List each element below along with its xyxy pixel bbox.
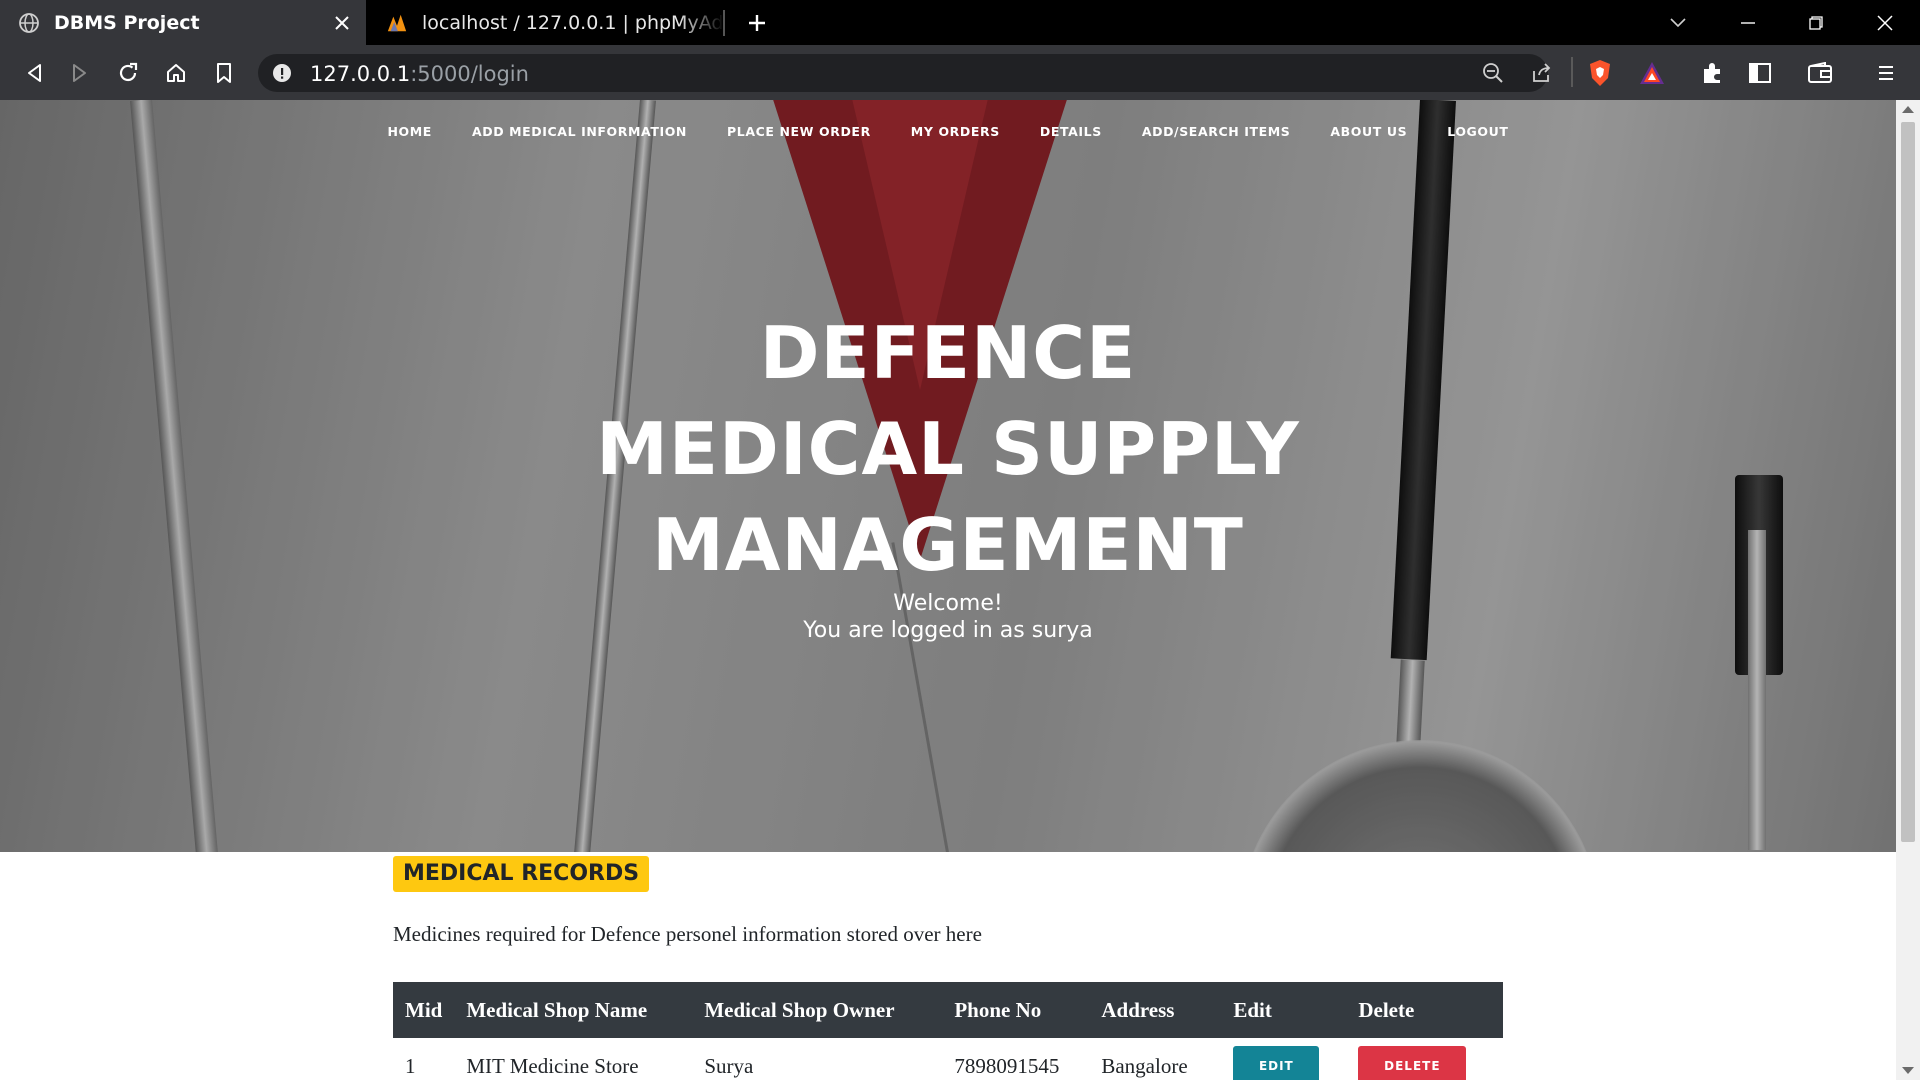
tab-title: DBMS Project [54,11,200,34]
share-icon[interactable] [1530,62,1552,89]
toolbar-divider [1571,57,1573,87]
column-header-shop-owner: Medical Shop Owner [692,982,943,1038]
wallet-icon[interactable] [1802,55,1838,91]
tab-search-chevron-down-icon[interactable] [1650,0,1706,45]
section-heading-badge: MEDICAL RECORDS [393,856,650,892]
hero-title: DEFENCE MEDICAL SUPPLY MANAGEMENT [0,305,1896,593]
tab-title: localhost / 127.0.0.1 | phpMyAdmin 5. [422,11,724,34]
cell-delete: DELETE [1346,1038,1503,1080]
url-text: 127.0.0.1:5000/login [310,62,529,86]
main-nav: HOME ADD MEDICAL INFORMATION PLACE NEW O… [0,120,1896,144]
home-icon[interactable] [158,55,194,91]
brave-rewards-icon[interactable] [1634,55,1670,91]
globe-icon [18,12,40,34]
column-header-shop-name: Medical Shop Name [454,982,693,1038]
close-tab-icon[interactable] [330,11,354,35]
column-header-phone: Phone No [942,982,1090,1038]
column-header-edit: Edit [1221,982,1347,1038]
logged-in-text: You are logged in as surya [803,618,1093,643]
nav-my-orders[interactable]: MY ORDERS [911,120,1000,144]
scroll-down-arrow-icon[interactable] [1902,1067,1914,1074]
welcome-text: Welcome! [893,591,1003,616]
scroll-up-arrow-icon[interactable] [1902,106,1914,113]
reload-icon[interactable] [110,55,146,91]
cell-edit: EDIT [1221,1038,1346,1080]
browser-toolbar: 127.0.0.1:5000/login [0,45,1920,100]
column-header-delete: Delete [1346,982,1503,1038]
nav-about-us[interactable]: ABOUT US [1330,120,1407,144]
cell-shop-name: MIT Medicine Store [466,1053,639,1078]
cell-shop-owner: Surya [704,1053,754,1078]
hero-title-line: DEFENCE [759,311,1137,395]
address-bar[interactable]: 127.0.0.1:5000/login [258,54,1551,92]
brave-shields-icon[interactable] [1582,55,1618,91]
tab-phpmyadmin[interactable]: localhost / 127.0.0.1 | phpMyAdmin 5. [368,0,724,45]
hero-subtitle: Welcome! You are logged in as surya [0,590,1896,644]
forward-icon[interactable] [62,55,98,91]
section-description: Medicines required for Defence personel … [393,922,982,946]
url-host: 127.0.0.1 [310,62,411,86]
nav-details[interactable]: DETAILS [1040,120,1102,144]
cell-address: Bangalore [1101,1053,1188,1078]
nav-home[interactable]: HOME [387,120,431,144]
hero-section: HOME ADD MEDICAL INFORMATION PLACE NEW O… [0,100,1896,852]
zoom-icon[interactable] [1482,62,1504,89]
column-header-mid: Mid [393,982,455,1038]
nav-logout[interactable]: LOGOUT [1447,120,1508,144]
table-row: 1 MIT Medicine Store Surya 7898091545 Ba… [393,1038,1503,1080]
cell-phone: 7898091545 [954,1053,1060,1078]
nav-add-search-items[interactable]: ADD/SEARCH ITEMS [1142,120,1291,144]
edit-button[interactable]: EDIT [1233,1046,1320,1080]
menu-icon[interactable] [1868,55,1904,91]
tab-dbms-project[interactable]: DBMS Project [0,0,366,45]
table-header-row: Mid Medical Shop Name Medical Shop Owner… [393,982,1503,1038]
delete-button[interactable]: DELETE [1358,1046,1467,1080]
nav-place-new-order[interactable]: PLACE NEW ORDER [727,120,871,144]
back-icon[interactable] [16,55,52,91]
medical-records-table: Mid Medical Shop Name Medical Shop Owner… [393,982,1503,1080]
page-scrollbar[interactable] [1896,100,1920,1080]
minimize-icon[interactable] [1720,0,1776,45]
tab-divider [723,10,725,36]
hero-title-line: MEDICAL SUPPLY [596,407,1300,491]
url-path: :5000/login [410,62,529,86]
browser-tab-bar: DBMS Project localhost / 127.0.0.1 | php… [0,0,1920,45]
extensions-icon[interactable] [1694,55,1730,91]
hero-title-line: MANAGEMENT [652,503,1244,587]
column-header-address: Address [1089,982,1222,1038]
bookmark-icon[interactable] [206,55,242,91]
phpmyadmin-icon [386,12,408,34]
new-tab-button[interactable] [742,8,772,38]
sidebar-icon[interactable] [1742,55,1778,91]
scrollbar-thumb[interactable] [1901,122,1915,842]
restore-icon[interactable] [1788,0,1844,45]
site-info-icon[interactable] [272,63,292,83]
cell-mid: 1 [405,1053,416,1078]
nav-add-medical-information[interactable]: ADD MEDICAL INFORMATION [472,120,687,144]
close-window-icon[interactable] [1857,0,1913,45]
page-viewport: HOME ADD MEDICAL INFORMATION PLACE NEW O… [0,100,1896,1080]
